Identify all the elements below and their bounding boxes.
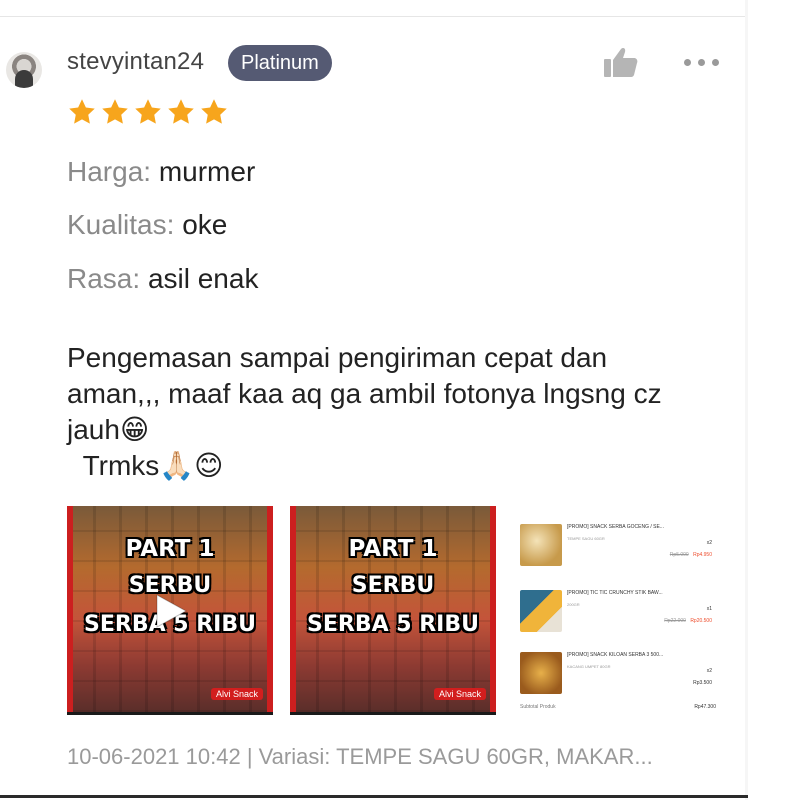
star-icon (135, 99, 161, 124)
star-icon (102, 99, 128, 124)
thumbs-up-icon[interactable] (603, 46, 639, 78)
subtotal-value: Rp47.300 (694, 704, 716, 710)
attribute-value: murmer (158, 156, 256, 187)
review-comment: Pengemasan sampai pengiriman cepat dan a… (67, 342, 662, 481)
product-image (520, 590, 562, 632)
avatar[interactable] (6, 52, 42, 88)
order-item: [PROMO] SNACK SERBA GOCENG / SE... TEMPE… (520, 522, 716, 582)
new-price: Rp20.500 (690, 618, 712, 624)
star-icon (201, 99, 227, 124)
review-image-thumbnail[interactable]: PART 1 SERBU SERBA 5 RIBU Alvi Snack (290, 506, 496, 715)
product-title: [PROMO] SNACK SERBA GOCENG / SE... (567, 524, 664, 530)
product-price: Rp22.000 Rp20.500 (664, 618, 712, 624)
order-item: [PROMO] SNACK KILOAN SERBA 3 500... KACA… (520, 650, 716, 710)
review-video-thumbnail[interactable]: PART 1 SERBU SERBA 5 RIBU Alvi Snack (67, 506, 273, 715)
new-price: Rp4.950 (693, 552, 712, 558)
review-meta: 10-06-2021 10:42 | Variasi: TEMPE SAGU 6… (67, 744, 653, 769)
thumbnail-watermark: Alvi Snack (210, 688, 263, 700)
subtotal-label: Subtotal Produk (520, 704, 556, 710)
product-image (520, 524, 562, 566)
new-price: Rp3.500 (693, 680, 712, 686)
star-icon (168, 99, 194, 124)
dot (684, 58, 691, 66)
attribute-kualitas: Kualitas: oke (67, 209, 227, 241)
product-title: [PROMO] TIC TIC CRUNCHY STIK BAW... (567, 590, 663, 596)
thumbnail-caption: PART 1 (348, 536, 438, 562)
product-variant: KACANG UMPET 80GR (567, 664, 611, 669)
product-variant: 200GR (567, 602, 580, 607)
play-icon[interactable] (153, 592, 189, 630)
product-price: Rp3.500 (690, 680, 712, 686)
bottom-divider (0, 795, 748, 798)
product-qty: x2 (706, 668, 712, 674)
product-variant: TEMPE SAGU 60GR (567, 536, 605, 541)
star-rating (67, 97, 229, 127)
product-qty: x2 (706, 540, 712, 546)
top-divider (0, 16, 748, 17)
product-qty: x1 (706, 606, 712, 612)
attribute-key: Rasa: (67, 263, 141, 294)
thumbnail-caption: PART 1 (125, 536, 215, 562)
star-icon (69, 99, 95, 124)
product-price: Rp5.000 Rp4.950 (670, 552, 712, 558)
attribute-value: oke (182, 209, 228, 240)
dot (712, 58, 719, 66)
attribute-harga: Harga: murmer (67, 156, 255, 188)
more-options-icon[interactable] (684, 52, 724, 72)
product-image (520, 652, 562, 694)
scrollbar-track (745, 0, 748, 800)
product-title: [PROMO] SNACK KILOAN SERBA 3 500... (567, 652, 664, 658)
order-item: [PROMO] TIC TIC CRUNCHY STIK BAW... 200G… (520, 588, 716, 648)
attribute-rasa: Rasa: asil enak (67, 263, 258, 295)
attribute-key: Harga: (67, 156, 152, 187)
attribute-key: Kualitas: (67, 209, 175, 240)
thumbnail-caption: SERBA 5 RIBU (307, 612, 479, 637)
order-screenshot-thumbnail[interactable]: [PROMO] SNACK SERBA GOCENG / SE... TEMPE… (520, 514, 720, 714)
old-price: Rp5.000 (669, 552, 689, 558)
dot (698, 58, 705, 66)
attribute-value: asil enak (147, 263, 259, 294)
username[interactable]: stevyintan24 (67, 48, 204, 76)
thumbnail-watermark: Alvi Snack (433, 688, 486, 700)
old-price: Rp22.000 (664, 618, 686, 624)
membership-badge: Platinum (228, 45, 332, 81)
thumbnail-caption: SERBU (351, 573, 435, 598)
